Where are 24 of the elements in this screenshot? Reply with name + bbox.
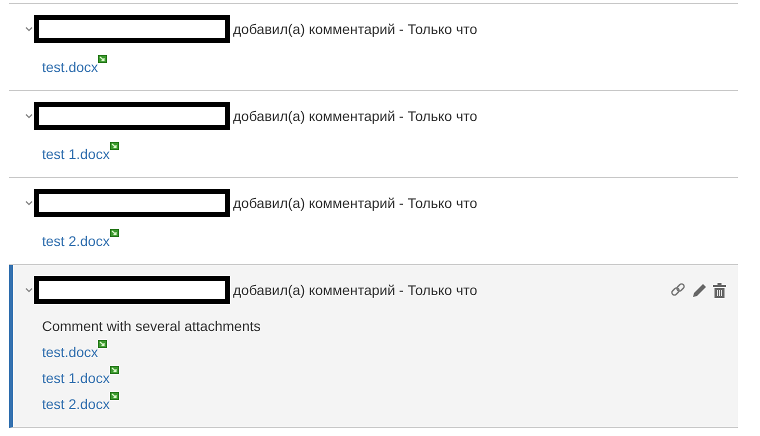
attachment-icon: [98, 340, 108, 348]
chevron-icon[interactable]: [25, 113, 33, 119]
trash-icon[interactable]: [713, 282, 726, 298]
pencil-icon[interactable]: [692, 282, 707, 298]
attachment-icon: [98, 55, 108, 63]
comment-meta: добавил(а) комментарий - Только что: [233, 194, 478, 213]
attachment-link[interactable]: test 2.docx: [42, 394, 110, 414]
comment-meta: добавил(а) комментарий - Только что: [233, 280, 478, 300]
attachment-icon: [110, 142, 119, 150]
attachment-icon: [110, 229, 119, 237]
comment-text: Comment with several attachments: [42, 317, 262, 336]
attachment-icon: [110, 392, 119, 400]
attachment-link[interactable]: test.docx: [42, 56, 98, 78]
attachment-link[interactable]: test 2.docx: [42, 230, 110, 252]
link-icon[interactable]: [670, 282, 686, 298]
chevron-icon[interactable]: [25, 287, 33, 293]
attachment-link[interactable]: test.docx: [42, 342, 98, 362]
attachment-link[interactable]: test 1.docx: [42, 368, 110, 388]
attachment-link[interactable]: test 1.docx: [42, 144, 110, 164]
comment-meta: добавил(а) комментарий - Только что: [233, 20, 478, 39]
chevron-icon[interactable]: [25, 200, 33, 206]
attachment-icon: [110, 366, 119, 374]
chevron-icon[interactable]: [25, 26, 33, 32]
comment-meta: добавил(а) комментарий - Только что: [233, 106, 478, 126]
